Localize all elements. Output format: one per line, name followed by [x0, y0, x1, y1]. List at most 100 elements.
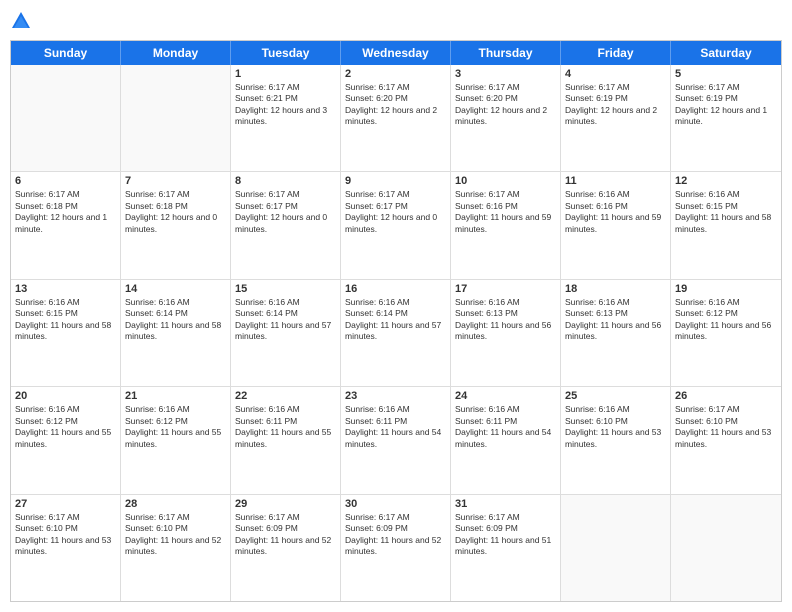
calendar-cell: 12 Sunrise: 6:16 AM Sunset: 6:15 PM Dayli… — [671, 172, 781, 278]
calendar-cell: 1 Sunrise: 6:17 AM Sunset: 6:21 PM Daylig… — [231, 65, 341, 171]
header — [10, 10, 782, 32]
day-number: 11 — [565, 175, 666, 187]
day-number: 19 — [675, 283, 777, 295]
cell-daylight-info: Sunrise: 6:16 AM Sunset: 6:16 PM Dayligh… — [565, 189, 666, 235]
calendar-row-3: 20 Sunrise: 6:16 AM Sunset: 6:12 PM Dayli… — [11, 387, 781, 494]
day-number: 21 — [125, 390, 226, 402]
calendar-row-4: 27 Sunrise: 6:17 AM Sunset: 6:10 PM Dayli… — [11, 495, 781, 601]
day-number: 2 — [345, 68, 446, 80]
calendar-cell — [561, 495, 671, 601]
calendar-cell: 30Sunrise: 6:17 AM Sunset: 6:09 PM Dayli… — [341, 495, 451, 601]
calendar-cell: 5 Sunrise: 6:17 AM Sunset: 6:19 PM Daylig… — [671, 65, 781, 171]
day-number: 8 — [235, 175, 336, 187]
cell-daylight-info: Sunrise: 6:16 AM Sunset: 6:14 PM Dayligh… — [235, 297, 336, 343]
cell-daylight-info: Sunrise: 6:16 AM Sunset: 6:12 PM Dayligh… — [125, 404, 226, 450]
calendar-cell: 13 Sunrise: 6:16 AM Sunset: 6:15 PM Dayli… — [11, 280, 121, 386]
page: SundayMondayTuesdayWednesdayThursdayFrid… — [0, 0, 792, 612]
calendar-cell: 17 Sunrise: 6:16 AM Sunset: 6:13 PM Dayli… — [451, 280, 561, 386]
day-number: 4 — [565, 68, 666, 80]
cell-daylight-info: Sunrise: 6:17 AM Sunset: 6:19 PM Dayligh… — [675, 82, 777, 128]
cell-daylight-info: Sunrise: 6:16 AM Sunset: 6:15 PM Dayligh… — [15, 297, 116, 343]
day-number: 30 — [345, 498, 446, 510]
calendar-row-2: 13 Sunrise: 6:16 AM Sunset: 6:15 PM Dayli… — [11, 280, 781, 387]
day-number: 5 — [675, 68, 777, 80]
calendar-header: SundayMondayTuesdayWednesdayThursdayFrid… — [11, 41, 781, 65]
calendar-cell: 19 Sunrise: 6:16 AM Sunset: 6:12 PM Dayli… — [671, 280, 781, 386]
header-day-thursday: Thursday — [451, 41, 561, 65]
header-day-monday: Monday — [121, 41, 231, 65]
calendar-cell: 2Sunrise: 6:17 AM Sunset: 6:20 PM Daylig… — [341, 65, 451, 171]
header-day-sunday: Sunday — [11, 41, 121, 65]
header-day-saturday: Saturday — [671, 41, 781, 65]
cell-daylight-info: Sunrise: 6:16 AM Sunset: 6:10 PM Dayligh… — [565, 404, 666, 450]
calendar-cell: 26Sunrise: 6:17 AM Sunset: 6:10 PM Dayli… — [671, 387, 781, 493]
day-number: 3 — [455, 68, 556, 80]
cell-daylight-info: Sunrise: 6:17 AM Sunset: 6:19 PM Dayligh… — [565, 82, 666, 128]
header-day-wednesday: Wednesday — [341, 41, 451, 65]
day-number: 31 — [455, 498, 556, 510]
calendar-cell: 4 Sunrise: 6:17 AM Sunset: 6:19 PM Daylig… — [561, 65, 671, 171]
calendar-cell: 27Sunrise: 6:17 AM Sunset: 6:10 PM Dayli… — [11, 495, 121, 601]
day-number: 9 — [345, 175, 446, 187]
cell-daylight-info: Sunrise: 6:16 AM Sunset: 6:12 PM Dayligh… — [675, 297, 777, 343]
day-number: 12 — [675, 175, 777, 187]
day-number: 7 — [125, 175, 226, 187]
day-number: 6 — [15, 175, 116, 187]
day-number: 29 — [235, 498, 336, 510]
cell-daylight-info: Sunrise: 6:16 AM Sunset: 6:14 PM Dayligh… — [125, 297, 226, 343]
cell-daylight-info: Sunrise: 6:17 AM Sunset: 6:20 PM Dayligh… — [455, 82, 556, 128]
cell-daylight-info: Sunrise: 6:17 AM Sunset: 6:16 PM Dayligh… — [455, 189, 556, 235]
calendar: SundayMondayTuesdayWednesdayThursdayFrid… — [10, 40, 782, 602]
cell-daylight-info: Sunrise: 6:16 AM Sunset: 6:11 PM Dayligh… — [345, 404, 446, 450]
day-number: 24 — [455, 390, 556, 402]
day-number: 1 — [235, 68, 336, 80]
calendar-cell: 24 Sunrise: 6:16 AM Sunset: 6:11 PM Dayli… — [451, 387, 561, 493]
cell-daylight-info: Sunrise: 6:17 AM Sunset: 6:18 PM Dayligh… — [15, 189, 116, 235]
calendar-cell — [11, 65, 121, 171]
calendar-cell: 15 Sunrise: 6:16 AM Sunset: 6:14 PM Dayli… — [231, 280, 341, 386]
calendar-cell: 28 Sunrise: 6:17 AM Sunset: 6:10 PM Dayli… — [121, 495, 231, 601]
cell-daylight-info: Sunrise: 6:17 AM Sunset: 6:10 PM Dayligh… — [125, 512, 226, 558]
day-number: 27 — [15, 498, 116, 510]
calendar-cell: 18Sunrise: 6:16 AM Sunset: 6:13 PM Dayli… — [561, 280, 671, 386]
cell-daylight-info: Sunrise: 6:17 AM Sunset: 6:18 PM Dayligh… — [125, 189, 226, 235]
calendar-cell: 23 Sunrise: 6:16 AM Sunset: 6:11 PM Dayli… — [341, 387, 451, 493]
cell-daylight-info: Sunrise: 6:17 AM Sunset: 6:10 PM Dayligh… — [675, 404, 777, 450]
cell-daylight-info: Sunrise: 6:16 AM Sunset: 6:15 PM Dayligh… — [675, 189, 777, 235]
day-number: 13 — [15, 283, 116, 295]
calendar-cell: 9 Sunrise: 6:17 AM Sunset: 6:17 PM Daylig… — [341, 172, 451, 278]
calendar-cell: 25Sunrise: 6:16 AM Sunset: 6:10 PM Dayli… — [561, 387, 671, 493]
calendar-cell: 7 Sunrise: 6:17 AM Sunset: 6:18 PM Daylig… — [121, 172, 231, 278]
calendar-cell: 22 Sunrise: 6:16 AM Sunset: 6:11 PM Dayli… — [231, 387, 341, 493]
cell-daylight-info: Sunrise: 6:16 AM Sunset: 6:14 PM Dayligh… — [345, 297, 446, 343]
calendar-cell: 8 Sunrise: 6:17 AM Sunset: 6:17 PM Daylig… — [231, 172, 341, 278]
calendar-cell: 21 Sunrise: 6:16 AM Sunset: 6:12 PM Dayli… — [121, 387, 231, 493]
day-number: 17 — [455, 283, 556, 295]
day-number: 14 — [125, 283, 226, 295]
day-number: 22 — [235, 390, 336, 402]
cell-daylight-info: Sunrise: 6:17 AM Sunset: 6:17 PM Dayligh… — [345, 189, 446, 235]
day-number: 10 — [455, 175, 556, 187]
cell-daylight-info: Sunrise: 6:16 AM Sunset: 6:13 PM Dayligh… — [455, 297, 556, 343]
day-number: 23 — [345, 390, 446, 402]
cell-daylight-info: Sunrise: 6:16 AM Sunset: 6:11 PM Dayligh… — [235, 404, 336, 450]
cell-daylight-info: Sunrise: 6:17 AM Sunset: 6:21 PM Dayligh… — [235, 82, 336, 128]
calendar-cell: 10 Sunrise: 6:17 AM Sunset: 6:16 PM Dayli… — [451, 172, 561, 278]
cell-daylight-info: Sunrise: 6:17 AM Sunset: 6:17 PM Dayligh… — [235, 189, 336, 235]
calendar-row-1: 6 Sunrise: 6:17 AM Sunset: 6:18 PM Daylig… — [11, 172, 781, 279]
header-day-tuesday: Tuesday — [231, 41, 341, 65]
calendar-body: 1 Sunrise: 6:17 AM Sunset: 6:21 PM Daylig… — [11, 65, 781, 601]
cell-daylight-info: Sunrise: 6:16 AM Sunset: 6:12 PM Dayligh… — [15, 404, 116, 450]
calendar-cell: 11 Sunrise: 6:16 AM Sunset: 6:16 PM Dayli… — [561, 172, 671, 278]
calendar-cell — [671, 495, 781, 601]
cell-daylight-info: Sunrise: 6:17 AM Sunset: 6:09 PM Dayligh… — [235, 512, 336, 558]
day-number: 16 — [345, 283, 446, 295]
day-number: 28 — [125, 498, 226, 510]
calendar-cell: 6 Sunrise: 6:17 AM Sunset: 6:18 PM Daylig… — [11, 172, 121, 278]
cell-daylight-info: Sunrise: 6:16 AM Sunset: 6:11 PM Dayligh… — [455, 404, 556, 450]
calendar-cell: 31Sunrise: 6:17 AM Sunset: 6:09 PM Dayli… — [451, 495, 561, 601]
calendar-cell: 14 Sunrise: 6:16 AM Sunset: 6:14 PM Dayli… — [121, 280, 231, 386]
day-number: 15 — [235, 283, 336, 295]
calendar-cell: 16 Sunrise: 6:16 AM Sunset: 6:14 PM Dayli… — [341, 280, 451, 386]
day-number: 20 — [15, 390, 116, 402]
